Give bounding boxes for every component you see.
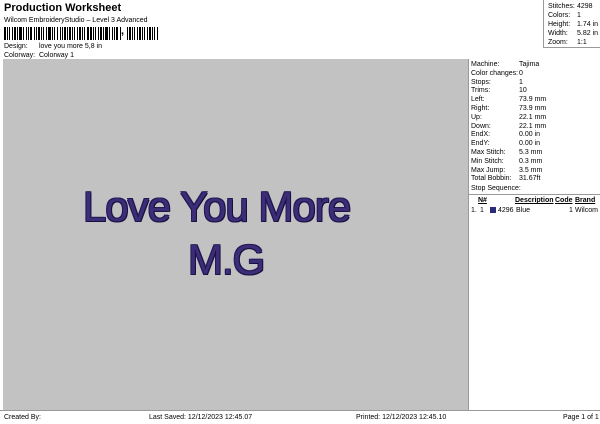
machine-info-label: Right: <box>471 105 490 112</box>
row-description: Blue <box>516 207 531 214</box>
machine-info-row: Stops: 1 <box>471 79 523 86</box>
footer-page: Page 1 of 1 <box>563 414 599 421</box>
machine-info-row: Down: 22.1 mm <box>471 123 546 130</box>
design-label: Design: <box>4 43 28 50</box>
machine-info-value: 73.9 mm <box>519 96 547 104</box>
machine-info-label: Machine: <box>471 61 500 68</box>
machine-info-value: Tajima <box>519 61 540 68</box>
row-stitches: 4296 <box>498 207 514 214</box>
footer: Created By: Last Saved: 12/12/2023 12:45… <box>0 410 600 424</box>
machine-info-value: 1 <box>519 78 523 86</box>
machine-info-row: Min Stitch: 0.3 mm <box>471 158 542 165</box>
machine-info-value: 0.3 mm <box>519 157 543 165</box>
barcode-bar <box>158 27 159 40</box>
row-index: 1. <box>471 207 477 214</box>
machine-info-row: Total Bobbin: 31.67ft <box>471 175 540 182</box>
machine-info-row: Machine: Tajima <box>471 61 539 68</box>
barcode-separator: , <box>121 25 125 37</box>
machine-info-value: 22.1 mm <box>519 113 547 121</box>
stat-zoom: Zoom: 1:1 <box>548 39 587 46</box>
machine-info-row: Right: 73.9 mm <box>471 105 546 112</box>
machine-info-row: EndX: 0.00 in <box>471 131 540 138</box>
colorway-value: Colorway 1 <box>38 52 74 59</box>
footer-last-saved: Last Saved: 12/12/2023 12:45.07 <box>149 414 253 421</box>
stop-sequence-title: Stop Sequence: <box>471 185 521 192</box>
machine-info-value: 0.00 in <box>519 131 541 139</box>
col-header-description: Description <box>515 197 554 204</box>
machine-info-value: 0.00 in <box>519 140 541 148</box>
barcode <box>4 27 122 40</box>
worksheet-title: Production Worksheet <box>4 2 122 14</box>
machine-info-label: Max Stitch: <box>471 149 506 156</box>
machine-info-value: 5.3 mm <box>519 149 543 156</box>
machine-info-value: 10 <box>519 87 527 95</box>
machine-info-value: 3.5 mm <box>519 166 543 174</box>
machine-info-label: Left: <box>471 96 485 104</box>
row-no: 1 <box>480 207 484 214</box>
machine-info-label: Stops: <box>471 78 491 86</box>
machine-info-label: Down: <box>471 122 491 130</box>
stat-colors: Colors: 1 <box>548 12 581 19</box>
col-header-code: Code <box>555 197 573 204</box>
machine-info-label: Color changes: <box>471 69 519 77</box>
machine-info-label: Up: <box>471 113 482 121</box>
stat-width: Width: 5.82 in <box>548 30 599 37</box>
col-header-brand: Brand <box>575 197 596 204</box>
footer-created-by: Created By: <box>4 414 41 421</box>
software-subtitle: Wilcom EmbroideryStudio – Level 3 Advanc… <box>4 17 148 24</box>
stat-height: Height: 1.74 in <box>548 21 599 28</box>
machine-info-label: Min Stitch: <box>471 157 504 165</box>
machine-info-value: 31.67ft <box>519 175 541 183</box>
machine-info-label: Trims: <box>471 87 491 95</box>
barcode-tail <box>127 27 159 40</box>
machine-info-value: 22.1 mm <box>519 122 547 130</box>
thread-color-swatch <box>490 207 496 213</box>
machine-info-label: Total Bobbin: <box>471 175 512 183</box>
design-value: love you more 5,8 in <box>38 43 102 50</box>
machine-info-value: 73.9 mm <box>519 105 547 112</box>
design-canvas[interactable]: Love You More M.G <box>3 59 468 410</box>
design-stats: Stitches: 4298 Colors: 1 Height: 1.74 in Wi… <box>543 0 600 48</box>
embroidery-text-line1: Love You More <box>83 183 351 230</box>
machine-info-row: Trims: 10 <box>471 87 527 94</box>
machine-info-value: 0 <box>519 69 523 77</box>
machine-info-row: Max Stitch: 5.3 mm <box>471 149 542 156</box>
embroidery-text-line2: M.G <box>188 236 265 283</box>
machine-info-row: Color changes:0 <box>471 70 523 77</box>
design-row: Design: love you more 5,8 in <box>4 43 102 50</box>
stop-sequence-table: N# Description Code Brand 1. 1 4296 Blue… <box>469 194 600 214</box>
machine-info-row: Max Jump: 3.5 mm <box>471 167 542 174</box>
machine-info-label: EndY: <box>471 140 490 148</box>
machine-info-row: Up: 22.1 mm <box>471 114 546 121</box>
col-header-no: N# <box>478 197 487 204</box>
row-brand: Wilcom <box>575 207 598 214</box>
footer-printed: Printed: 12/12/2023 12:45.10 <box>356 414 447 421</box>
machine-info-row: EndY: 0.00 in <box>471 140 540 147</box>
machine-info-label: EndX: <box>471 131 491 139</box>
machine-info-panel: Machine: Tajima Color changes:0 Stops: 1 Trim… <box>468 59 600 410</box>
colorway-row: Colorway: Colorway 1 <box>4 52 74 59</box>
row-code: 1 <box>569 207 573 214</box>
machine-info-label: Max Jump: <box>471 166 506 174</box>
machine-info-row: Left: 73.9 mm <box>471 96 546 103</box>
colorway-label: Colorway: <box>4 52 36 59</box>
stat-stitches: Stitches: 4298 <box>548 3 593 10</box>
